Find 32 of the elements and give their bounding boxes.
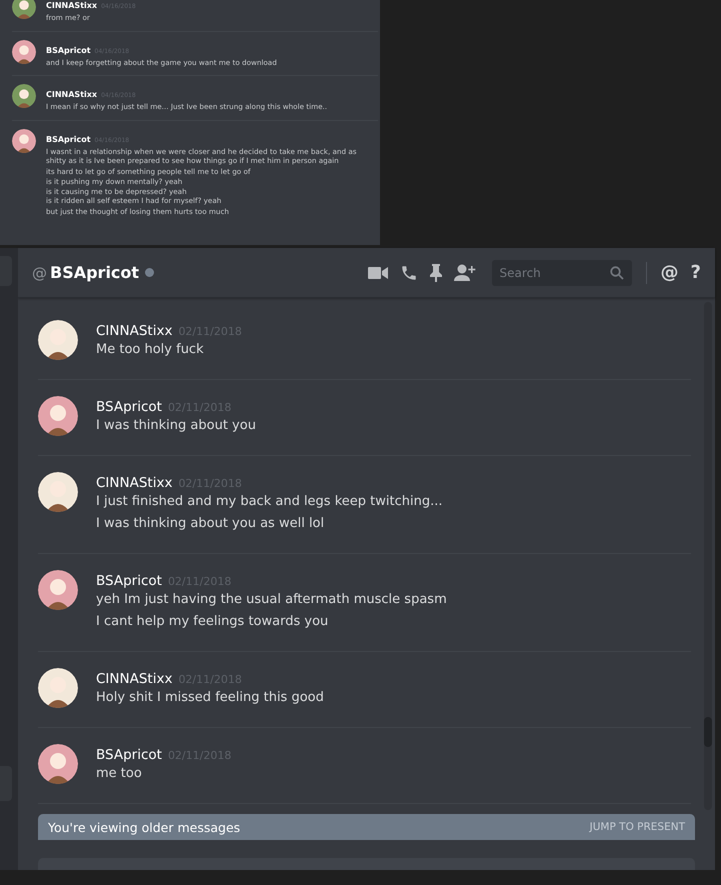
username: BSApricot <box>46 134 91 144</box>
video-camera-icon[interactable] <box>368 266 388 280</box>
username: CINNAStixx <box>96 475 172 491</box>
message-text: I was thinking about you as well lol <box>96 515 326 533</box>
message-text: I cant help my feelings towards you <box>96 613 330 631</box>
search-icon <box>610 266 624 280</box>
username: BSApricot <box>46 46 91 54</box>
message-text: Holy shit I missed feeling this good <box>96 689 324 707</box>
scrollbar[interactable] <box>704 302 712 810</box>
message-input[interactable] <box>38 858 695 870</box>
status-dot <box>145 268 154 277</box>
message-text: yeh Im just having the usual aftermath muscle spasm <box>96 591 447 609</box>
username: CINNAStixx <box>46 1 98 10</box>
channel-name: BSApricot <box>50 263 140 282</box>
message-text: I just finished and my back and legs keep twitching... <box>96 493 442 511</box>
message-text: Me too holy fuck <box>96 341 205 359</box>
message-text: me too <box>96 765 143 783</box>
mentions-button[interactable]: @ <box>660 262 679 283</box>
banner-text: You're viewing older messages <box>48 820 240 834</box>
username: BSApricot <box>96 399 162 415</box>
username: BSApricot <box>96 573 162 589</box>
username: CINNAStixx <box>96 323 172 339</box>
add-user-icon[interactable] <box>454 264 476 281</box>
username: CINNAStixx <box>46 90 98 99</box>
at-sign: @ <box>32 264 47 282</box>
search-field[interactable]: Search <box>492 260 632 286</box>
username: CINNAStixx <box>96 671 172 687</box>
message-text: I was thinking about you <box>96 417 256 435</box>
phone-icon[interactable] <box>400 264 418 282</box>
username: BSApricot <box>96 747 162 763</box>
pin-icon[interactable] <box>430 264 442 282</box>
help-button[interactable]: ? <box>690 262 701 283</box>
